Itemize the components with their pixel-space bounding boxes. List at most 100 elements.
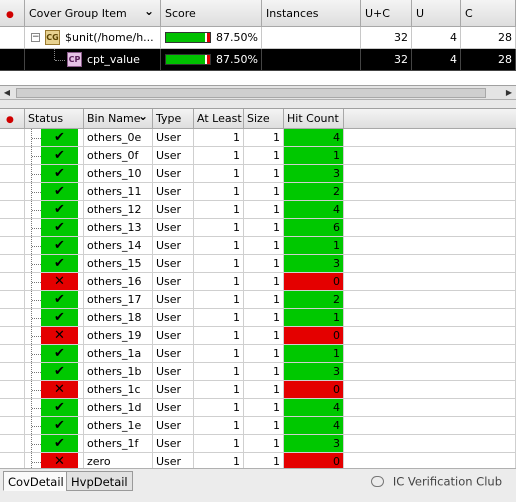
scroll-right-icon[interactable]: ▶ (502, 86, 516, 100)
bin-row[interactable]: ✔ others_1a User 1 1 1 (0, 345, 516, 363)
status-cell: ✔ (25, 165, 84, 183)
u-cell: 4 (412, 49, 461, 71)
name-cell: others_11 (84, 183, 153, 201)
scroll-left-icon[interactable]: ◀ (0, 86, 14, 100)
status-cell: ✔ (25, 309, 84, 327)
score-bar (165, 32, 211, 43)
score-value: 87.50% (216, 53, 258, 66)
cover-group-grid: ● Cover Group Item ⌄ Score Instances U+C… (0, 0, 516, 86)
coverpoint-row[interactable]: CP cpt_value 87.50% 32 4 28 (0, 49, 516, 71)
hit-count-cell: 0 (284, 273, 344, 291)
status-cell: ✔ (25, 237, 84, 255)
name-cell: others_0f (84, 147, 153, 165)
bin-row[interactable]: ✔ others_1b User 1 1 3 (0, 363, 516, 381)
bin-row[interactable]: ✔ others_17 User 1 1 2 (0, 291, 516, 309)
bin-row[interactable]: ✔ others_0e User 1 1 4 (0, 129, 516, 147)
instances-cell (262, 49, 361, 71)
bin-row[interactable]: ✕ others_1c User 1 1 0 (0, 381, 516, 399)
bin-detail-grid: ● Status Bin Name ⌄ Type At Least Size H… (0, 108, 516, 468)
tab-covdetail[interactable]: CovDetail (3, 471, 69, 491)
status-cell: ✕ (25, 327, 84, 345)
check-icon: ✔ (54, 184, 65, 199)
hit-count-cell: 0 (284, 381, 344, 399)
bin-row[interactable]: ✔ others_10 User 1 1 3 (0, 165, 516, 183)
header-size[interactable]: Size (244, 109, 284, 129)
header-u[interactable]: U (412, 0, 461, 27)
header-status[interactable]: Status (25, 109, 84, 129)
bin-row[interactable]: ✔ others_15 User 1 1 3 (0, 255, 516, 273)
bin-row[interactable]: ✕ zero User 1 1 0 (0, 453, 516, 468)
status-cell: ✕ (25, 273, 84, 291)
covered-status-badge: ✔ (41, 345, 78, 362)
header-type[interactable]: Type (153, 109, 194, 129)
bin-row[interactable]: ✔ others_18 User 1 1 1 (0, 309, 516, 327)
header-score[interactable]: Score (161, 0, 262, 27)
status-cell: ✔ (25, 417, 84, 435)
size-cell: 1 (244, 435, 284, 453)
at-least-cell: 1 (194, 399, 244, 417)
bin-row[interactable]: ✔ others_14 User 1 1 1 (0, 237, 516, 255)
size-cell: 1 (244, 201, 284, 219)
bin-row[interactable]: ✕ others_16 User 1 1 0 (0, 273, 516, 291)
size-cell: 1 (244, 327, 284, 345)
hit-count-cell: 3 (284, 255, 344, 273)
status-cell: ✔ (25, 201, 84, 219)
cover-group-name: $unit(/home/h... (65, 31, 154, 44)
collapse-icon[interactable]: − (31, 33, 40, 42)
cover-group-row[interactable]: − CG $unit(/home/h... 87.50% 32 4 28 (0, 27, 516, 49)
covergroup-icon: CG (45, 30, 60, 45)
at-least-cell: 1 (194, 453, 244, 468)
bin-row[interactable]: ✔ others_0f User 1 1 1 (0, 147, 516, 165)
header-bin-name[interactable]: Bin Name ⌄ (84, 109, 153, 129)
at-least-cell: 1 (194, 273, 244, 291)
at-least-cell: 1 (194, 219, 244, 237)
tab-hvpdetail[interactable]: HvpDetail (66, 471, 133, 491)
hit-count-cell: 3 (284, 165, 344, 183)
size-cell: 1 (244, 417, 284, 435)
status-cell: ✔ (25, 399, 84, 417)
name-cell: others_18 (84, 309, 153, 327)
at-least-cell: 1 (194, 363, 244, 381)
hit-count-cell: 1 (284, 309, 344, 327)
covered-status-badge: ✔ (41, 363, 78, 380)
covered-status-badge: ✔ (41, 255, 78, 272)
instances-cell (262, 27, 361, 49)
score-cell: 87.50% (161, 49, 262, 71)
status-cell: ✔ (25, 255, 84, 273)
name-cell: others_1a (84, 345, 153, 363)
at-least-cell: 1 (194, 327, 244, 345)
sort-icon: ⌄ (143, 4, 154, 18)
check-icon: ✔ (54, 364, 65, 379)
c-cell: 28 (461, 27, 516, 49)
uncovered-status-badge: ✕ (41, 381, 78, 398)
header-cover-group-item[interactable]: Cover Group Item ⌄ (25, 0, 161, 27)
covered-status-badge: ✔ (41, 399, 78, 416)
bin-row[interactable]: ✕ others_19 User 1 1 0 (0, 327, 516, 345)
bin-row[interactable]: ✔ others_12 User 1 1 4 (0, 201, 516, 219)
hit-count-cell: 4 (284, 417, 344, 435)
check-icon: ✔ (54, 256, 65, 271)
horizontal-scrollbar[interactable]: ◀ ▶ (0, 86, 516, 100)
bin-row[interactable]: ✔ others_13 User 1 1 6 (0, 219, 516, 237)
header-instances[interactable]: Instances (262, 0, 361, 27)
covered-status-badge: ✔ (41, 201, 78, 218)
uncovered-status-badge: ✕ (41, 273, 78, 290)
bin-row[interactable]: ✔ others_11 User 1 1 2 (0, 183, 516, 201)
header-uc[interactable]: U+C (361, 0, 412, 27)
check-icon: ✔ (54, 346, 65, 361)
size-cell: 1 (244, 309, 284, 327)
header-hit-count[interactable]: Hit Count (284, 109, 344, 129)
covered-status-badge: ✔ (41, 237, 78, 254)
hit-count-cell: 3 (284, 435, 344, 453)
bin-row[interactable]: ✔ others_1d User 1 1 4 (0, 399, 516, 417)
type-cell: User (153, 435, 194, 453)
scrollbar-thumb[interactable] (16, 88, 486, 98)
covered-status-badge: ✔ (41, 165, 78, 182)
name-cell: zero (84, 453, 153, 468)
bin-row[interactable]: ✔ others_1f User 1 1 3 (0, 435, 516, 453)
type-cell: User (153, 399, 194, 417)
header-c[interactable]: C (461, 0, 516, 27)
hit-count-cell: 1 (284, 345, 344, 363)
header-at-least[interactable]: At Least (194, 109, 244, 129)
bin-row[interactable]: ✔ others_1e User 1 1 4 (0, 417, 516, 435)
